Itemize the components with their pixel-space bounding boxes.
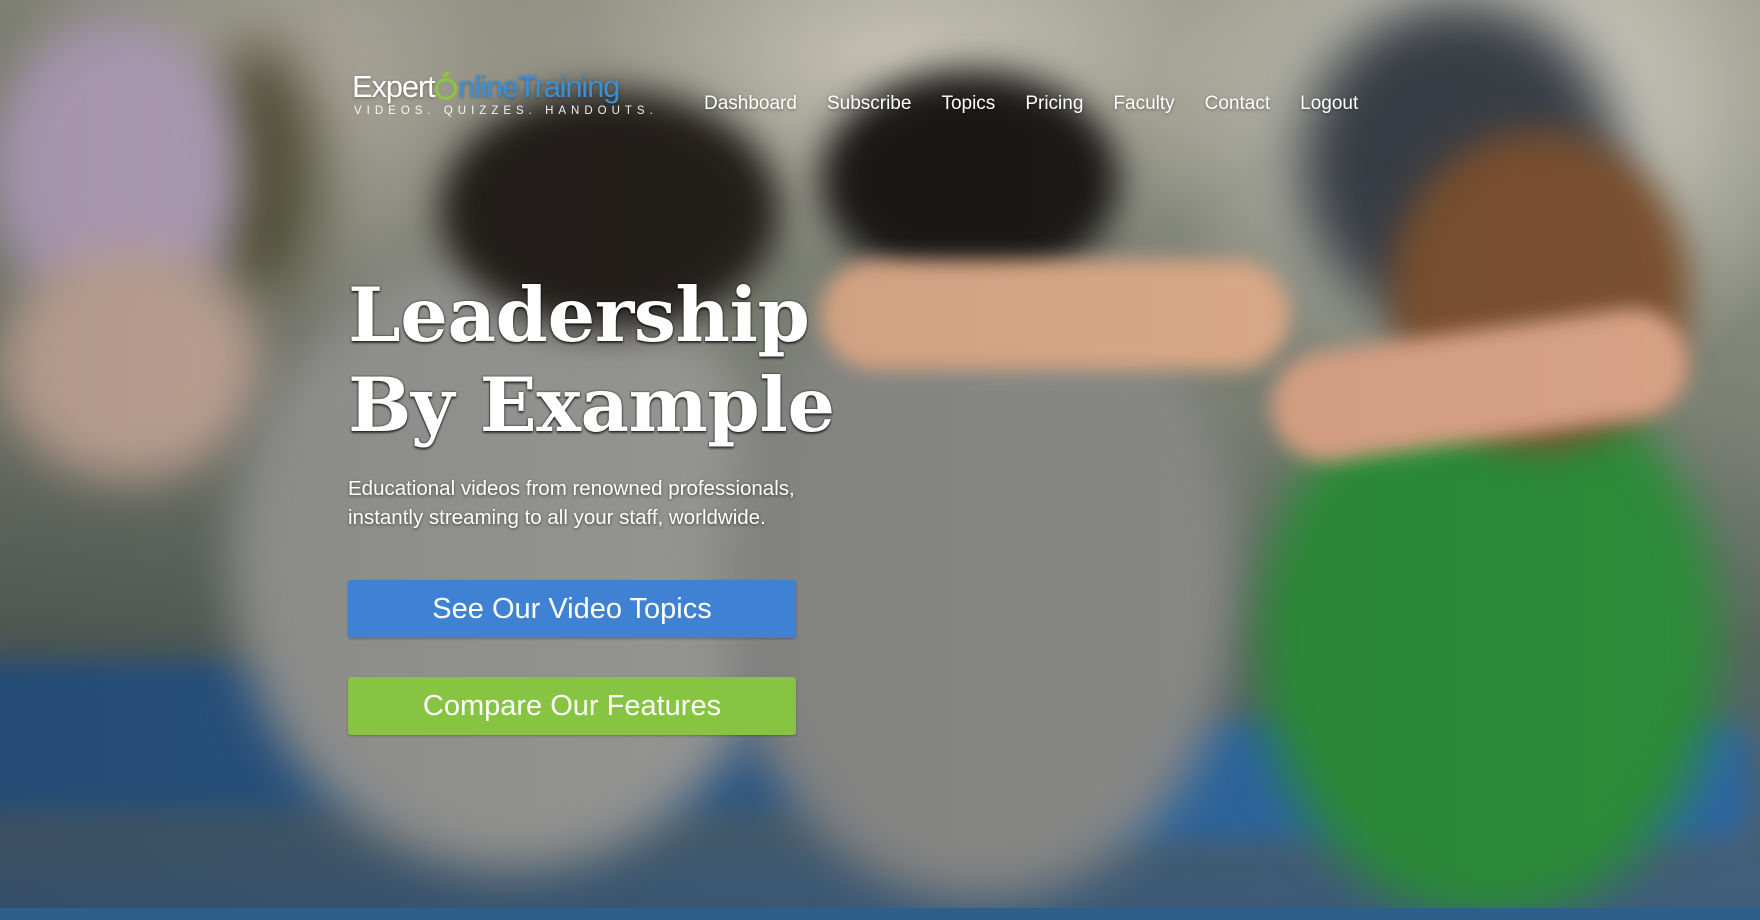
compare-features-button[interactable]: Compare Our Features xyxy=(348,677,796,735)
hero-subtitle-line2: instantly streaming to all your staff, w… xyxy=(348,506,766,529)
nav-logout[interactable]: Logout xyxy=(1300,92,1358,116)
main-navigation: Dashboard Subscribe Topics Pricing Facul… xyxy=(704,92,1388,116)
logo-wordmark: Expert nlineTraining xyxy=(352,70,622,104)
logo-word-expert: Expert xyxy=(352,69,436,104)
logo-word-training: Training xyxy=(517,69,620,104)
site-logo[interactable]: Expert nlineTraining VIDEOS. QUIZZES. HAN… xyxy=(352,70,658,122)
logo-word-online: nline xyxy=(458,69,519,104)
hero-title: Leadership By Example xyxy=(348,270,835,450)
nav-pricing[interactable]: Pricing xyxy=(1025,92,1083,116)
see-video-topics-button[interactable]: See Our Video Topics xyxy=(348,580,796,638)
nav-contact[interactable]: Contact xyxy=(1205,92,1270,116)
hero-title-line2: By Example xyxy=(348,361,835,449)
hero-subtitle: Educational videos from renowned profess… xyxy=(348,474,868,532)
hero-title-line1: Leadership xyxy=(348,271,810,359)
leaf-icon xyxy=(435,72,458,100)
logo-tagline: VIDEOS. QUIZZES. HANDOUTS. xyxy=(354,105,658,117)
bottom-accent-bar xyxy=(0,908,1760,920)
hero-overlay xyxy=(0,0,1760,920)
nav-topics[interactable]: Topics xyxy=(941,92,995,116)
nav-dashboard[interactable]: Dashboard xyxy=(704,92,797,116)
nav-subscribe[interactable]: Subscribe xyxy=(827,92,912,116)
nav-faculty[interactable]: Faculty xyxy=(1113,92,1174,116)
hero-subtitle-line1: Educational videos from renowned profess… xyxy=(348,477,795,500)
